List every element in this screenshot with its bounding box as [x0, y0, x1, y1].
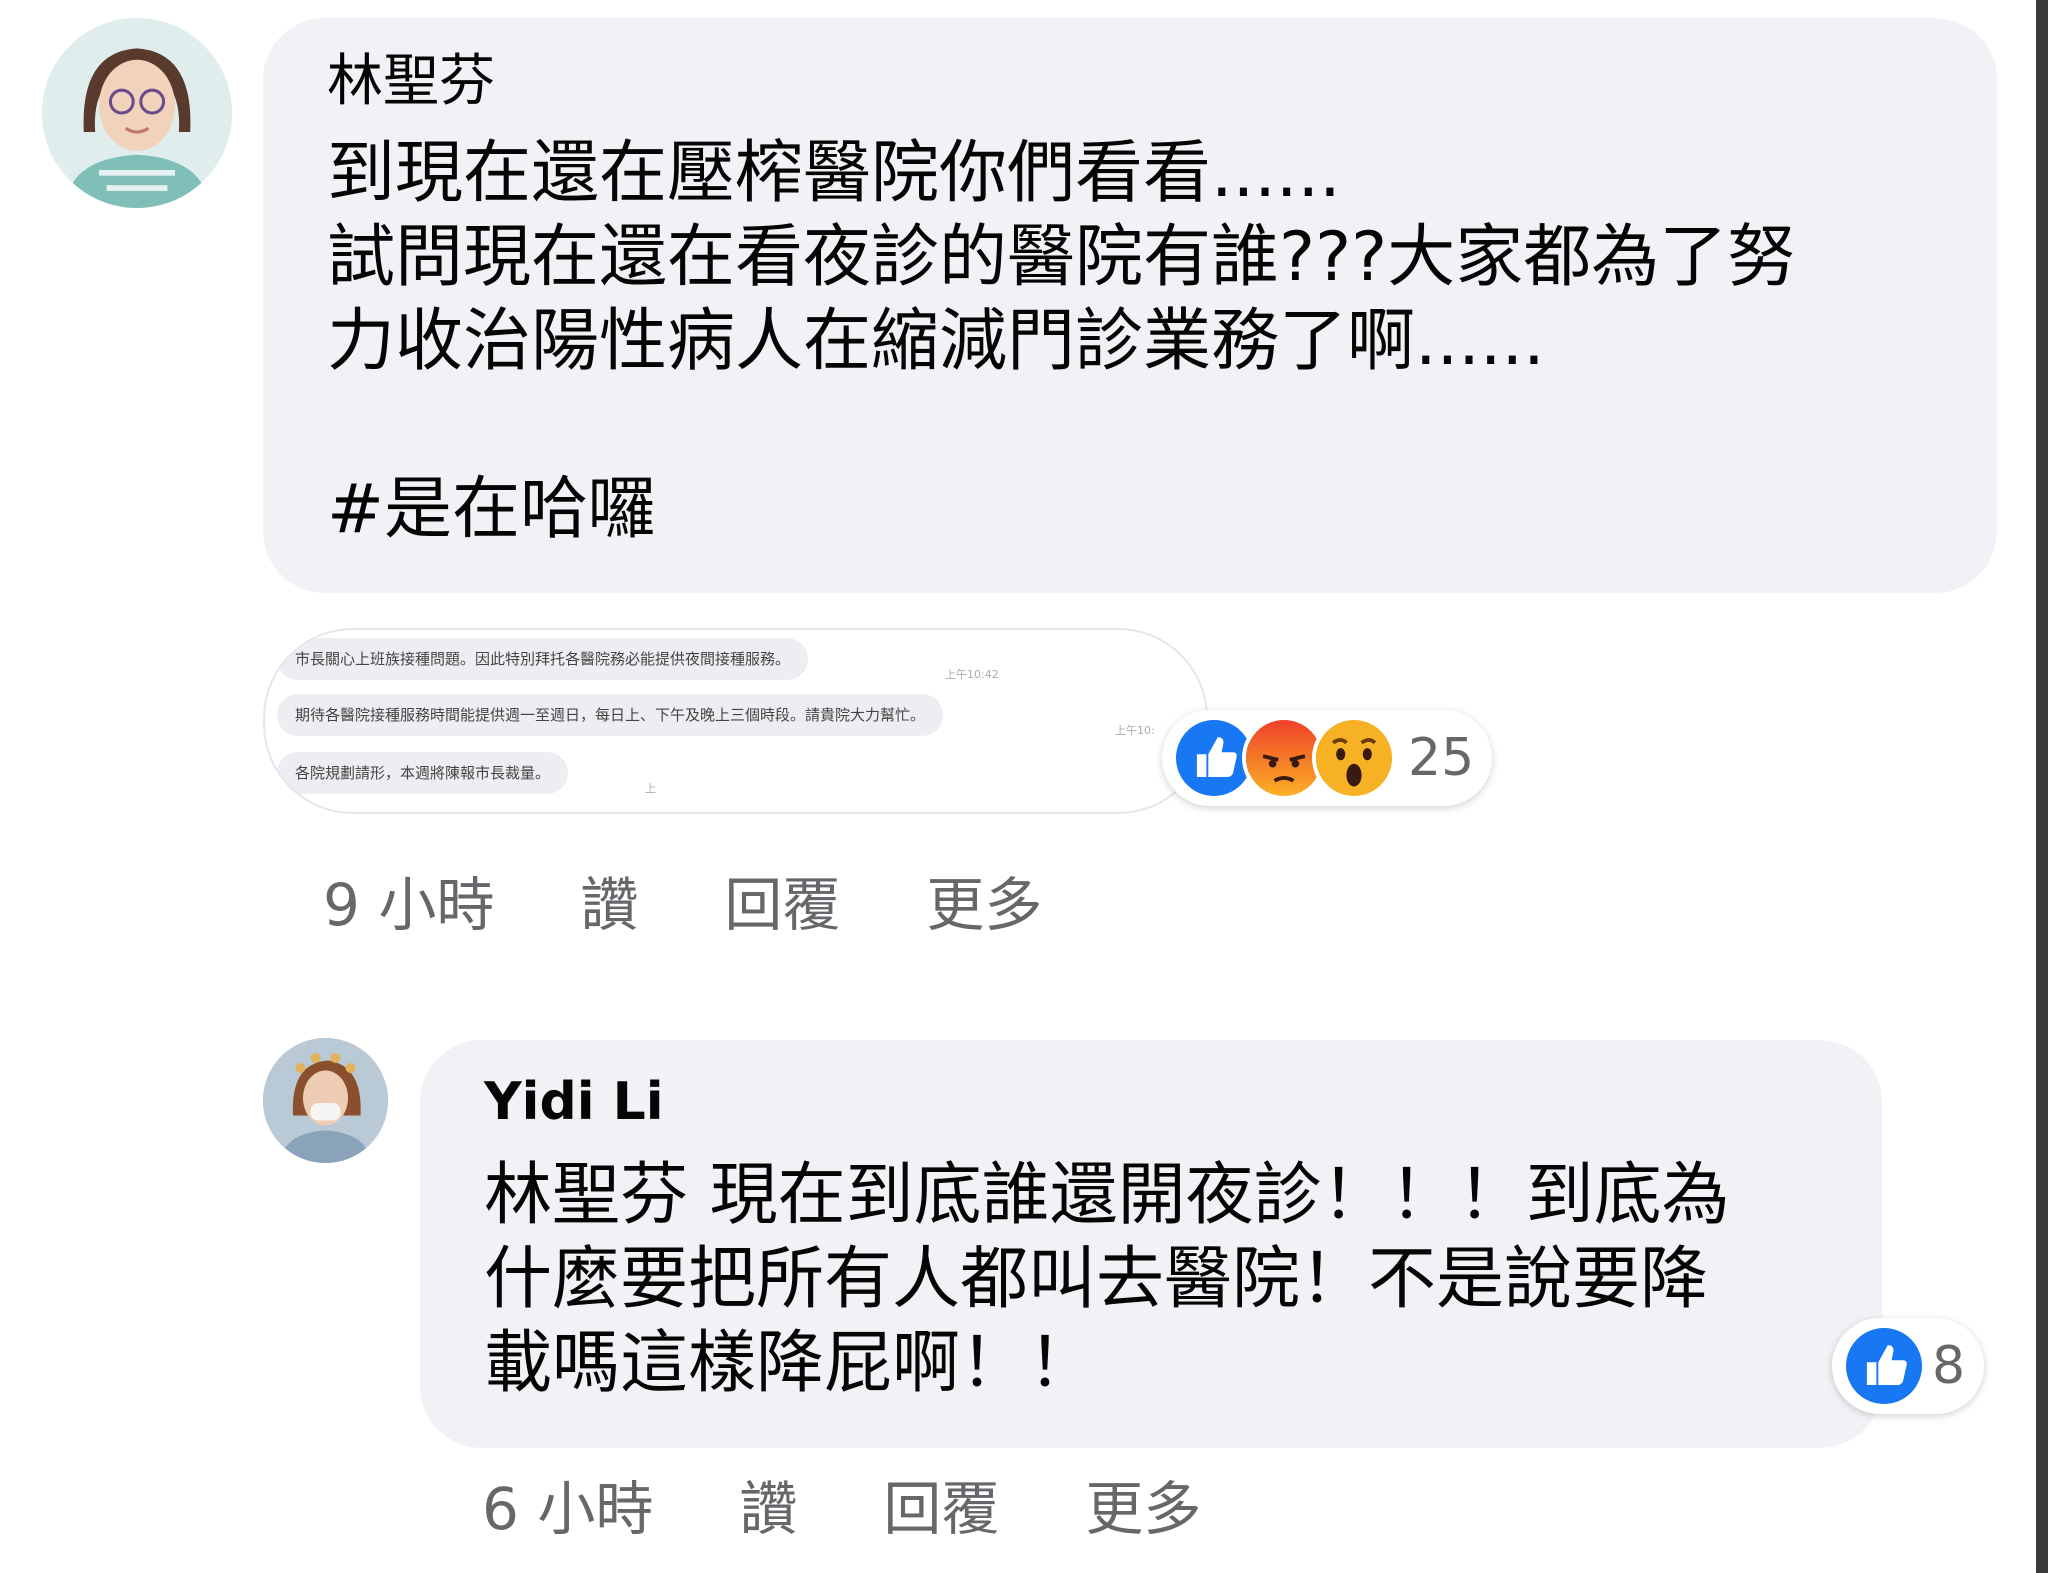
comment-line: 載嗎這樣降屁啊！！ — [484, 1324, 1097, 1403]
more-button[interactable]: 更多 — [926, 858, 1042, 942]
hashtag-link[interactable]: #是在哈囉 — [327, 468, 1933, 552]
comment-timestamp[interactable]: 6 小時 — [482, 1462, 653, 1546]
comment-text: 到現在還在壓榨醫院你們看看...... 試問現在還在看夜診的醫院有誰???大家都… — [327, 132, 1933, 552]
window-edge — [2036, 0, 2048, 1573]
comment-author[interactable]: 林聖芬 — [327, 52, 1933, 112]
profile-photo-icon — [42, 18, 232, 208]
comment-line: 什麼要把所有人都叫去醫院！不是說要降 — [484, 1240, 1709, 1319]
reply-button[interactable]: 回覆 — [883, 1462, 999, 1546]
chat-message: 期待各醫院接種服務時間能提供週一至週日，每日上、下午及晚上三個時段。請貴院大力幫… — [277, 694, 944, 736]
reply-button[interactable]: 回覆 — [724, 858, 840, 942]
like-button[interactable]: 讚 — [739, 1462, 797, 1546]
comment-author[interactable]: Yidi Li — [484, 1070, 1818, 1134]
reaction-summary[interactable]: 25 — [1162, 710, 1492, 806]
comment-line: 到現在還在壓榨醫院你們看看...... — [327, 134, 1341, 213]
reaction-summary[interactable]: 8 — [1832, 1318, 1984, 1414]
comment-line: 力收治陽性病人在縮減門診業務了啊...... — [327, 302, 1545, 381]
avatar[interactable] — [42, 18, 232, 208]
comment-line: 林聖芬 現在到底誰還開夜診！！！到底為 — [484, 1156, 1730, 1235]
comment-text: 林聖芬 現在到底誰還開夜診！！！到底為 什麼要把所有人都叫去醫院！不是說要降 載… — [484, 1154, 1818, 1406]
chat-message-text: 期待各醫院接種服務時間能提供週一至週日，每日上、下午及晚上三個時段。請貴院大力幫… — [295, 706, 926, 724]
avatar[interactable] — [263, 1038, 388, 1163]
comment-actions: 6 小時 讚 回覆 更多 — [482, 1462, 1287, 1546]
profile-photo-icon — [263, 1038, 388, 1163]
comment-actions: 9 小時 讚 回覆 更多 — [323, 858, 1128, 942]
chat-message-time: 上 — [645, 782, 656, 795]
comment-line-blank — [327, 384, 1933, 468]
reaction-count: 8 — [1932, 1336, 1966, 1396]
reply-bubble: Yidi Li 林聖芬 現在到底誰還開夜診！！！到底為 什麼要把所有人都叫去醫院… — [420, 1040, 1882, 1448]
chat-message: 各院規劃請形，本週將陳報市長裁量。 — [277, 752, 569, 794]
chat-message-time: 上午10:42 — [945, 668, 999, 681]
attached-screenshot[interactable]: 市長關心上班族接種問題。因此特別拜托各醫院務必能提供夜間接種服務。 上午10:4… — [263, 628, 1208, 814]
like-icon — [1842, 1324, 1926, 1408]
reaction-count: 25 — [1408, 728, 1475, 788]
chat-message-text: 市長關心上班族接種問題。因此特別拜托各醫院務必能提供夜間接種服務。 — [295, 650, 791, 668]
comment-timestamp[interactable]: 9 小時 — [323, 858, 494, 942]
like-button[interactable]: 讚 — [580, 858, 638, 942]
chat-message: 市長關心上班族接種問題。因此特別拜托各醫院務必能提供夜間接種服務。 — [277, 638, 809, 680]
wow-icon — [1312, 716, 1396, 800]
more-button[interactable]: 更多 — [1085, 1462, 1201, 1546]
comment-line: 試問現在還在看夜診的醫院有誰???大家都為了努 — [327, 218, 1796, 297]
chat-message-time: 上午10: — [1115, 724, 1155, 737]
chat-message-text: 各院規劃請形，本週將陳報市長裁量。 — [295, 764, 551, 782]
comment-bubble: 林聖芬 到現在還在壓榨醫院你們看看...... 試問現在還在看夜診的醫院有誰??… — [263, 18, 1997, 593]
